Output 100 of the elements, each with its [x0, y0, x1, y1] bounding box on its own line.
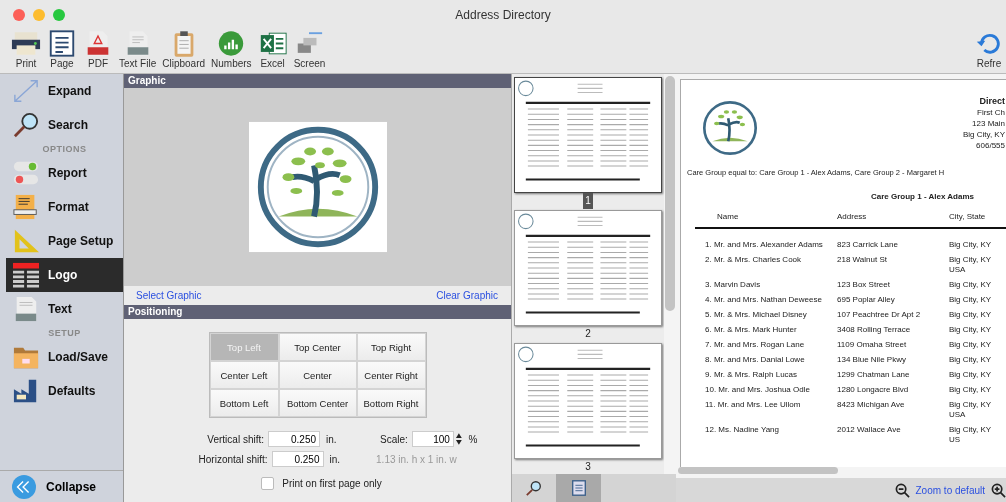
sidebar-item[interactable]: Search [6, 108, 123, 142]
expand-icon [12, 78, 40, 104]
printer-button[interactable]: Print [8, 30, 44, 69]
table-cell-text: 5. Mr. & Mrs. Michael Disney [705, 310, 808, 320]
position-button[interactable]: Bottom Right [356, 389, 426, 417]
sidebar-item[interactable]: Logo [6, 258, 123, 292]
toggle-icon [12, 160, 40, 186]
table-cell-text: 218 Walnut St [837, 255, 888, 266]
table-cell-text: 6. Mr. & Mrs. Mark Hunter [705, 325, 798, 335]
checkbox-label: Print on first page only [282, 478, 382, 489]
position-button[interactable]: Top Center [278, 333, 357, 361]
sidebar-item[interactable]: Defaults [6, 374, 123, 408]
header-line: 123 Main [972, 118, 1005, 129]
field-label: Horizontal shift: [197, 453, 269, 465]
text-file-button[interactable]: Text File [116, 30, 160, 69]
table-cell-text: 123 Box Street [837, 280, 891, 290]
refresh-button[interactable]: Refre [971, 30, 1006, 69]
field-label: Vertical shift: [206, 433, 265, 445]
table-cell-text: 9. Mr. & Mrs. Ralph Lucas [705, 370, 799, 380]
table-cell-text: 3. Marvin Davis [705, 280, 762, 290]
table-cell-text: 1. Mr. and Mrs. Alexander Adams [705, 240, 824, 250]
scale-field[interactable]: 100 [411, 431, 454, 447]
page-number: 2 [585, 327, 591, 341]
position-button[interactable]: Center Left [209, 361, 279, 389]
sidebar-item[interactable]: Report [6, 156, 123, 190]
table-cell: Big City, KY [949, 370, 992, 380]
select-graphic-link[interactable]: Select Graphic [136, 290, 202, 301]
sidebar-item[interactable]: Load/Save [6, 340, 123, 374]
table-cell-text: 2. Mr. & Mrs. Charles Cook [705, 255, 803, 266]
table-cell: Big City, KY [949, 385, 992, 395]
table-cell: Big City, KY [949, 355, 992, 365]
page-number: 3 [585, 460, 591, 474]
table-cell: Big City, KY [949, 280, 992, 290]
sidebar-item[interactable]: Format [6, 190, 123, 224]
page-icon [569, 479, 588, 497]
table-cell: Big City, KY [949, 295, 992, 305]
sidebar-item[interactable]: Page Setup [6, 224, 123, 258]
scrollbar-thumb[interactable] [678, 467, 838, 474]
group-title: Care Group 1 - Alex Adams [871, 192, 974, 201]
clear-graphic-link[interactable]: Clear Graphic [436, 290, 498, 301]
table-cell-text: 107 Peachtree Dr Apt 2 [837, 310, 922, 320]
page-thumbnail[interactable] [514, 210, 662, 326]
table-cell: Big City, KY [949, 240, 992, 250]
panel-header: Graphic [124, 74, 511, 88]
table-cell-text: 10. Mr. and Mrs. Joshua Odle [705, 385, 811, 395]
checkbox[interactable] [261, 477, 275, 490]
position-button[interactable]: Center [278, 361, 357, 389]
table-cell-text: 12. Ms. Nadine Yang [705, 425, 780, 436]
page-number: 1 [583, 193, 593, 209]
header-line: 606/555 [976, 140, 1005, 151]
page-view-button[interactable] [556, 474, 601, 502]
field-label: Scale: [379, 433, 409, 445]
table-cell: Big City, KY [949, 340, 992, 350]
section-header: SETUP [47, 327, 82, 340]
zoom-in-icon[interactable] [991, 482, 1006, 498]
collapse-button[interactable]: Collapse [0, 470, 123, 502]
vertical-shift-field[interactable]: 0.250 [268, 431, 320, 447]
column-header: City, State [949, 212, 986, 222]
column-header: Name [717, 212, 740, 222]
position-button[interactable]: Bottom Left [209, 389, 279, 417]
numbers-button[interactable]: Numbers [208, 30, 255, 69]
page-button[interactable]: Page [44, 30, 80, 69]
position-button[interactable]: Top Right [356, 333, 426, 361]
position-button[interactable]: Bottom Center [278, 389, 357, 417]
table-cell-text: 3408 Rolling Terrace [837, 325, 912, 335]
table-cell-text: 1299 Chatman Lane [837, 370, 911, 380]
table-cell: Big City, KY US [949, 425, 992, 445]
header-line: First Ch [977, 107, 1005, 118]
printer-icon [11, 30, 41, 57]
clipboard-button[interactable]: Clipboard [159, 30, 209, 69]
page-thumbnail[interactable] [514, 77, 662, 193]
search-icon [525, 479, 543, 497]
unit-label: in. [326, 433, 337, 445]
table-cell: Big City, KY [949, 310, 992, 320]
table-cell-text: 2012 Wallace Ave [837, 425, 902, 436]
logo-grid-icon [12, 262, 40, 288]
zoom-out-icon[interactable] [894, 482, 910, 498]
excel-button[interactable]: Excel [254, 30, 291, 69]
sidebar-item[interactable]: Expand [6, 74, 123, 108]
page-thumbnail[interactable] [514, 343, 662, 459]
ruler-triangle-icon [12, 228, 40, 254]
unit-label: % [468, 433, 478, 445]
zoom-to-default-link[interactable]: Zoom to default [915, 484, 985, 496]
section-header: OPTIONS [41, 143, 88, 156]
double-chevron-icon [12, 474, 36, 499]
table-cell-text: 11. Mr. and Mrs. Lee Ullom [705, 400, 802, 411]
table-cell-text: 1109 Omaha Street [837, 340, 908, 350]
table-cell: Big City, KY USA [949, 400, 992, 420]
column-header: Address [837, 212, 868, 222]
pdf-button[interactable]: PDF [80, 30, 116, 69]
scrollbar-thumb[interactable] [665, 76, 675, 311]
sidebar-item[interactable]: Text [6, 292, 123, 326]
page-icon [47, 30, 77, 57]
horizontal-shift-field[interactable]: 0.250 [271, 451, 324, 467]
table-cell: Big City, KY USA [949, 255, 992, 275]
search-icon [12, 112, 40, 138]
position-button[interactable]: Center Right [356, 361, 426, 389]
screen-button[interactable]: Screen [290, 30, 329, 69]
header-line: Direct [979, 96, 1005, 107]
format-icon [12, 194, 40, 220]
